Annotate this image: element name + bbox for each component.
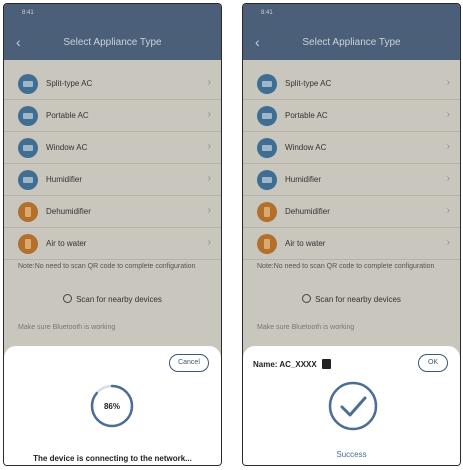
scan-icon (302, 294, 312, 303)
list-item-portable-ac[interactable]: Portable AC › (4, 100, 221, 132)
chevron-right-icon: › (446, 141, 450, 152)
scan-label: Scan for nearby devices (76, 295, 162, 304)
chevron-right-icon: › (207, 205, 211, 216)
chevron-right-icon: › (446, 173, 450, 184)
ac-icon (257, 106, 277, 126)
list-item-humidifier[interactable]: Humidifier › (4, 164, 221, 196)
ac-icon (257, 74, 277, 94)
bluetooth-note: Make sure Bluetooth is working (18, 324, 116, 331)
qr-note: Note:No need to scan QR code to complete… (257, 263, 435, 270)
chevron-right-icon: › (446, 237, 450, 248)
chevron-right-icon: › (207, 237, 211, 248)
scan-nearby-button[interactable]: Scan for nearby devices (4, 294, 221, 304)
success-dialog: Name: AC_XXXX OK Success (243, 346, 460, 465)
humidifier-icon (18, 170, 38, 190)
humidifier-icon (257, 170, 277, 190)
list-item-dehumidifier[interactable]: Dehumidifier › (243, 196, 460, 228)
chevron-right-icon: › (207, 109, 211, 120)
dehumidifier-icon (18, 202, 38, 222)
page-title: Select Appliance Type (302, 37, 401, 48)
qr-note: Note:No need to scan QR code to complete… (18, 263, 196, 270)
chevron-right-icon: › (207, 141, 211, 152)
list-item-label: Portable AC (46, 111, 89, 120)
status-time: 8:41 (261, 10, 273, 16)
list-item-label: Dehumidifier (285, 207, 330, 216)
page-title: Select Appliance Type (63, 37, 162, 48)
list-item-portable-ac[interactable]: Portable AC › (243, 100, 460, 132)
appliance-list: Split-type AC › Portable AC › Window AC … (243, 68, 460, 260)
connecting-message: The device is connecting to the network.… (33, 454, 192, 463)
scan-label: Scan for nearby devices (315, 295, 401, 304)
list-item-label: Humidifier (285, 175, 322, 184)
list-item-window-ac[interactable]: Window AC › (4, 132, 221, 164)
chevron-right-icon: › (207, 77, 211, 88)
chevron-right-icon: › (446, 205, 450, 216)
connecting-dialog: Cancel 86% The device is connecting to t… (4, 346, 221, 465)
title-bar: ‹ Select Appliance Type (4, 26, 221, 60)
status-time: 8:41 (22, 10, 34, 16)
bluetooth-note: Make sure Bluetooth is working (257, 324, 355, 331)
title-bar: ‹ Select Appliance Type (243, 26, 460, 60)
list-item-split-ac[interactable]: Split-type AC › (243, 68, 460, 100)
list-item-label: Window AC (46, 143, 88, 152)
status-bar: 8:41 (243, 4, 460, 26)
heat-pump-icon (18, 234, 38, 254)
chevron-right-icon: › (207, 173, 211, 184)
list-item-air-to-water[interactable]: Air to water › (4, 228, 221, 260)
list-item-window-ac[interactable]: Window AC › (243, 132, 460, 164)
ac-icon (257, 138, 277, 158)
dehumidifier-icon (257, 202, 277, 222)
scan-nearby-button[interactable]: Scan for nearby devices (243, 294, 460, 304)
list-item-humidifier[interactable]: Humidifier › (243, 164, 460, 196)
ok-button[interactable]: OK (418, 354, 448, 372)
list-item-split-ac[interactable]: Split-type AC › (4, 68, 221, 100)
list-item-air-to-water[interactable]: Air to water › (243, 228, 460, 260)
connecting-screen: 8:41 ‹ Select Appliance Type Split-type … (3, 3, 222, 466)
list-item-label: Split-type AC (285, 79, 332, 88)
list-item-label: Portable AC (285, 111, 328, 120)
success-message: Success (336, 450, 367, 459)
list-item-label: Air to water (285, 239, 326, 248)
progress-percent: 86% (103, 402, 120, 411)
chevron-right-icon: › (446, 77, 450, 88)
heat-pump-icon (257, 234, 277, 254)
status-bar: 8:41 (4, 4, 221, 26)
list-item-label: Dehumidifier (46, 207, 91, 216)
cancel-button[interactable]: Cancel (169, 354, 209, 372)
list-item-label: Split-type AC (46, 79, 93, 88)
list-item-label: Window AC (285, 143, 327, 152)
checkmark-circle-icon (328, 381, 378, 431)
edit-icon[interactable] (321, 359, 331, 369)
success-screen: 8:41 ‹ Select Appliance Type Split-type … (242, 3, 461, 466)
list-item-label: Humidifier (46, 175, 83, 184)
ac-icon (18, 106, 38, 126)
scan-icon (63, 294, 73, 303)
device-name: Name: AC_XXXX (253, 359, 331, 369)
ac-icon (18, 74, 38, 94)
list-item-dehumidifier[interactable]: Dehumidifier › (4, 196, 221, 228)
list-item-label: Air to water (46, 239, 87, 248)
chevron-right-icon: › (446, 109, 450, 120)
ac-icon (18, 138, 38, 158)
appliance-list: Split-type AC › Portable AC › Window AC … (4, 68, 221, 260)
device-name-label: Name: AC_XXXX (253, 360, 317, 369)
